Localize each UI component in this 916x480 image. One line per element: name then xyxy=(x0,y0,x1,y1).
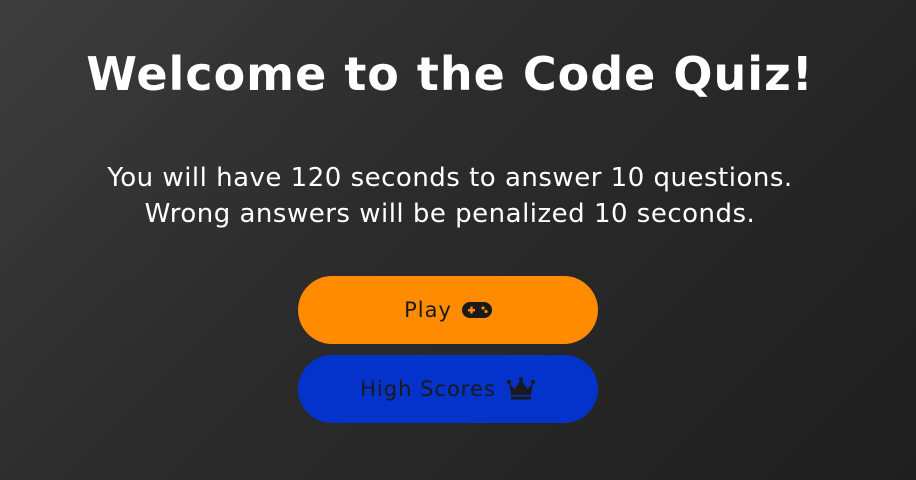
instructions-line-penalty: Wrong answers will be penalized 10 secon… xyxy=(144,199,756,229)
page-title: Welcome to the Code Quiz! xyxy=(86,47,814,101)
crown-icon xyxy=(506,377,536,401)
quiz-start-screen: Welcome to the Code Quiz! You will have … xyxy=(0,0,916,480)
gamepad-icon xyxy=(461,301,492,319)
instructions: You will have 120 seconds to answer 10 q… xyxy=(0,160,900,232)
instructions-line-time: You will have 120 seconds to answer 10 q… xyxy=(107,163,793,193)
high-scores-button-label: High Scores xyxy=(360,377,496,401)
play-button-label: Play xyxy=(404,298,452,322)
high-scores-button[interactable]: High Scores xyxy=(298,355,598,423)
play-button[interactable]: Play xyxy=(298,276,598,344)
